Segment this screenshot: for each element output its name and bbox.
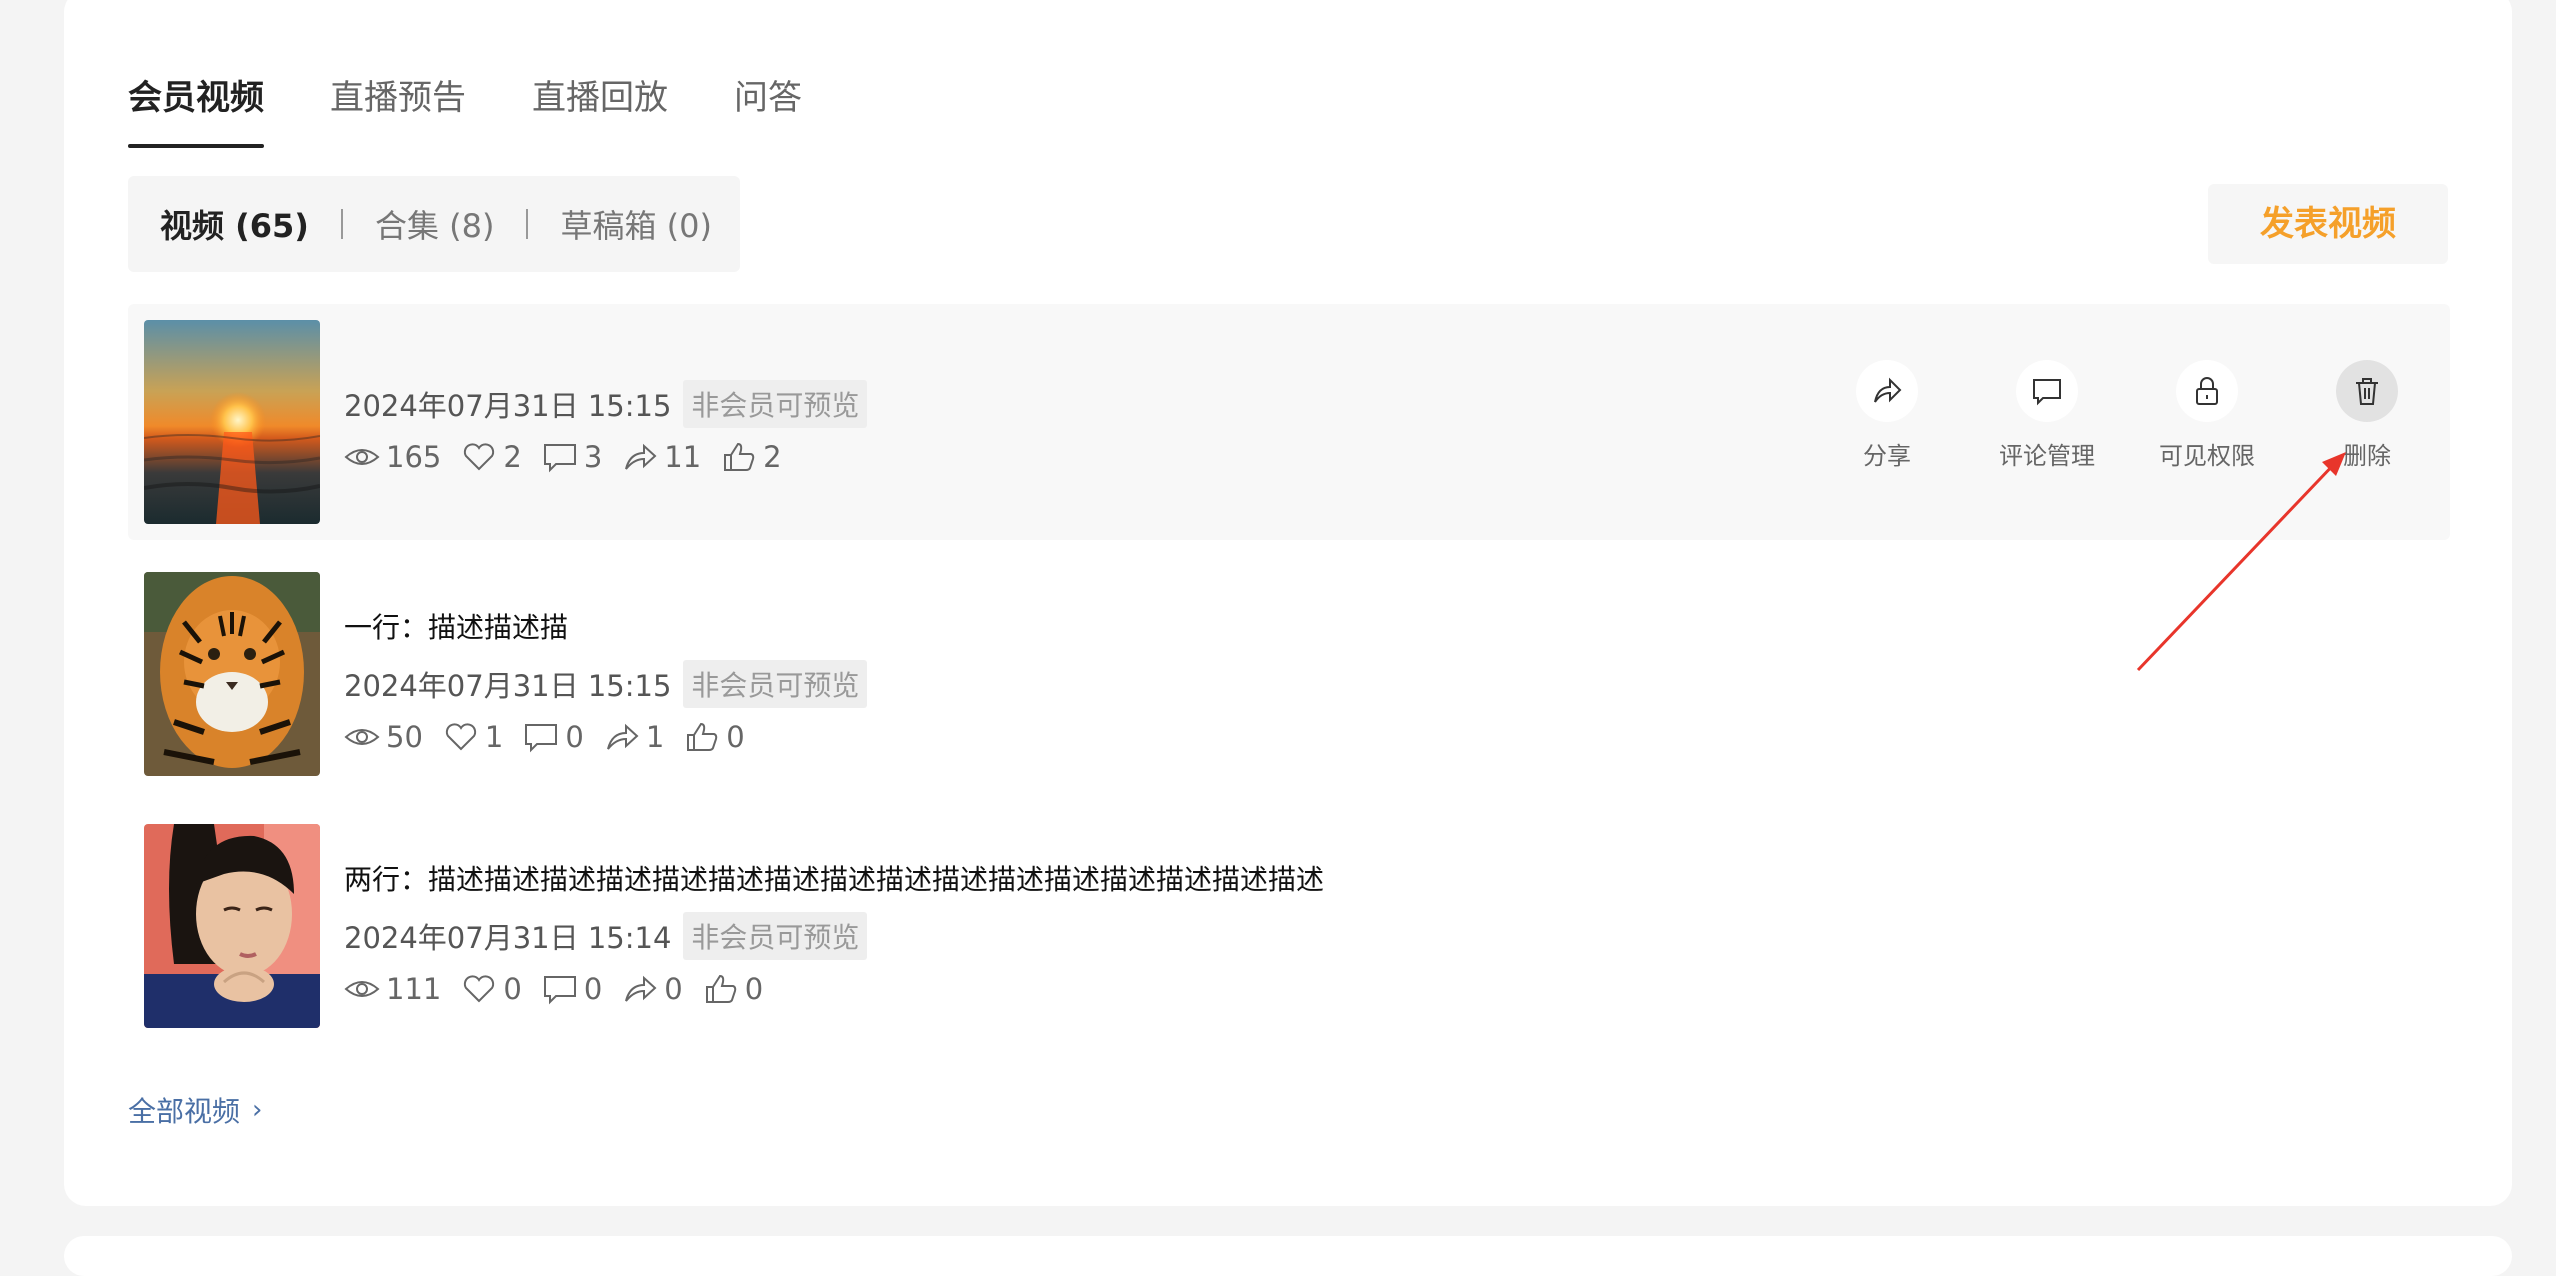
video-item[interactable]: 两行：描述描述描述描述描述描述描述描述描述描述描述描述描述描述描述描述 2024…: [128, 808, 2450, 1044]
preview-badge: 非会员可预览: [683, 380, 868, 428]
tab-member-videos[interactable]: 会员视频: [128, 70, 264, 148]
shares-stat: 0: [622, 972, 683, 1006]
chevron-right-icon: ›: [252, 1095, 263, 1125]
comment-icon: [525, 724, 558, 753]
video-date: 2024年07月31日 15:14: [344, 921, 672, 955]
comment-icon: [543, 976, 576, 1005]
all-videos-label: 全部视频: [128, 1095, 241, 1128]
video-title[interactable]: 两行：描述描述描述描述描述描述描述描述描述描述描述描述描述描述描述描述: [344, 858, 1324, 898]
sub-tabs: 视频 (65) 合集 (8) 草稿箱 (0): [128, 176, 740, 272]
subtab-drafts[interactable]: 草稿箱 (0): [560, 201, 712, 247]
delete-button[interactable]: [2336, 360, 2398, 422]
shares-count: 1: [645, 720, 665, 754]
shares-count: 11: [664, 440, 702, 474]
tab-live-replay[interactable]: 直播回放: [532, 70, 668, 148]
heart-icon: [464, 443, 495, 471]
all-videos-link[interactable]: 全部视频 ›: [128, 1090, 262, 1130]
shares-stat: 1: [604, 720, 664, 754]
comments-stat: 3: [542, 440, 602, 474]
comments-count: 3: [583, 440, 603, 474]
tab-qa[interactable]: 问答: [734, 70, 802, 148]
eye-icon: [344, 449, 380, 465]
thumbs-up-stat: 0: [703, 972, 763, 1006]
thumbs-up-icon: [705, 974, 736, 1003]
thumbs-up-count: 0: [726, 720, 745, 754]
visibility-action[interactable]: 可见权限: [2142, 360, 2272, 471]
comment-manage-action[interactable]: 评论管理: [1982, 360, 2112, 471]
share-icon: [625, 443, 657, 470]
preview-badge: 非会员可预览: [683, 912, 868, 960]
video-meta: 2024年07月31日 15:15 非会员可预览: [344, 660, 868, 708]
views-count: 111: [386, 972, 442, 1006]
likes-stat: 1: [443, 720, 503, 754]
thumbs-up-count: 2: [763, 440, 782, 474]
video-date: 2024年07月31日 15:15: [344, 389, 672, 423]
video-thumbnail[interactable]: [144, 572, 320, 776]
heart-icon: [445, 723, 477, 751]
subtab-collections[interactable]: 合集 (8): [375, 201, 495, 247]
comment-icon: [2033, 379, 2061, 406]
shares-count: 0: [664, 972, 683, 1006]
likes-stat: 2: [461, 440, 522, 474]
views-stat: 50: [344, 720, 423, 754]
likes-count: 1: [484, 720, 504, 754]
share-action[interactable]: 分享: [1822, 360, 1952, 471]
divider: [340, 209, 343, 239]
share-icon: [606, 723, 639, 750]
subtab-videos[interactable]: 视频 (65): [160, 201, 309, 247]
comments-stat: 0: [523, 720, 584, 754]
visibility-label: 可见权限: [2159, 442, 2255, 470]
likes-count: 0: [503, 972, 522, 1006]
comments-count: 0: [565, 720, 584, 754]
views-stat: 165: [344, 440, 441, 474]
next-card: [64, 1236, 2512, 1276]
thumbs-up-icon: [724, 442, 755, 471]
video-title[interactable]: 一行：描述描述描: [344, 606, 568, 646]
share-icon: [1874, 377, 1902, 403]
share-icon: [625, 975, 657, 1002]
video-item[interactable]: 一行：描述描述描 2024年07月31日 15:15 非会员可预览 50 1 0…: [128, 556, 2450, 792]
preview-badge: 非会员可预览: [683, 660, 868, 708]
share-button[interactable]: [1856, 360, 1918, 422]
publish-video-button[interactable]: 发表视频: [2208, 184, 2448, 264]
video-stats: 111 0 0 0 0: [344, 972, 783, 1006]
delete-action[interactable]: 删除: [2302, 360, 2432, 471]
comments-count: 0: [583, 972, 603, 1006]
comment-icon: [543, 444, 576, 473]
video-stats: 50 1 0 1 0: [344, 720, 765, 754]
thumbs-up-count: 0: [744, 972, 764, 1006]
tab-live-preview[interactable]: 直播预告: [330, 70, 466, 148]
views-stat: 111: [344, 972, 441, 1006]
eye-icon: [344, 981, 380, 997]
visibility-button[interactable]: [2176, 360, 2238, 422]
likes-stat: 0: [461, 972, 522, 1006]
lock-icon: [2196, 377, 2218, 405]
divider: [526, 209, 529, 239]
trash-icon: [2356, 378, 2378, 405]
video-item[interactable]: 2024年07月31日 15:15 非会员可预览 165 2 3 11 2 分享: [128, 304, 2450, 540]
likes-count: 2: [503, 440, 522, 474]
share-label: 分享: [1863, 442, 1911, 470]
views-count: 50: [386, 720, 423, 754]
video-date: 2024年07月31日 15:15: [344, 669, 672, 703]
shares-stat: 11: [622, 440, 701, 474]
thumbs-up-stat: 0: [684, 720, 745, 754]
video-stats: 165 2 3 11 2: [344, 440, 802, 474]
delete-label: 删除: [2343, 442, 2391, 470]
video-meta: 2024年07月31日 15:15 非会员可预览: [344, 380, 868, 428]
eye-icon: [344, 729, 380, 745]
thumbs-up-stat: 2: [721, 440, 782, 474]
views-count: 165: [386, 440, 442, 474]
video-meta: 2024年07月31日 15:14 非会员可预览: [344, 912, 868, 960]
comment-manage-label: 评论管理: [1999, 442, 2095, 470]
comments-stat: 0: [542, 972, 602, 1006]
video-thumbnail[interactable]: [144, 320, 320, 524]
video-thumbnail[interactable]: [144, 824, 320, 1028]
heart-icon: [464, 975, 495, 1003]
thumbs-up-icon: [687, 722, 718, 751]
comment-manage-button[interactable]: [2016, 360, 2078, 422]
main-tabs: 会员视频 直播预告 直播回放 问答: [128, 70, 868, 150]
